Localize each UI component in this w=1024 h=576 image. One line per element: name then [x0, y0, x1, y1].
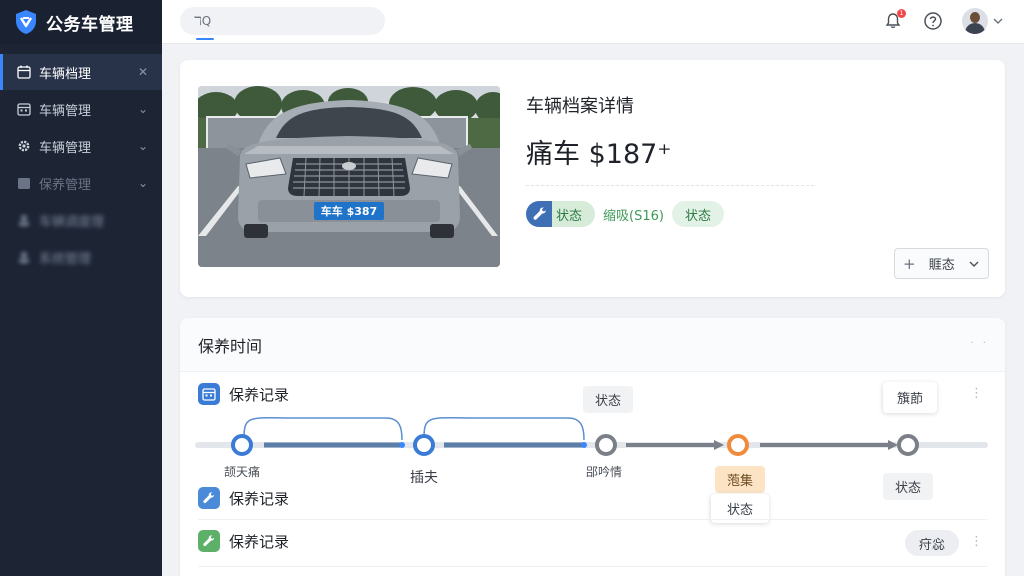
divider [198, 519, 987, 520]
timeline-node[interactable] [595, 434, 617, 456]
chevron-down-icon: ⌄ [137, 139, 148, 153]
status-select-value: 䝽态 [928, 258, 955, 273]
user-menu[interactable] [962, 8, 1004, 34]
notification-button[interactable]: 1 [882, 9, 906, 32]
record-status-pill[interactable]: 疛惢 [904, 530, 959, 556]
sidebar-item-vehicle-manage[interactable]: 车辆管理 ⌄ [0, 91, 162, 127]
divider [198, 566, 987, 567]
more-vertical-icon[interactable]: ⋮ [970, 534, 983, 549]
timeline-tooltip: 状态 [882, 473, 934, 500]
timeline-node[interactable] [231, 434, 253, 456]
wrench-icon [198, 487, 220, 509]
calendar-icon [16, 176, 31, 191]
maintenance-record-row[interactable]: 保养记录 [198, 487, 289, 509]
timeline-node-label: 颉天痛 [223, 465, 261, 479]
notification-badge: 1 [897, 9, 906, 18]
calendar-icon [16, 65, 31, 80]
chevron-down-icon [993, 18, 1003, 24]
help-button[interactable] [922, 10, 944, 32]
plus-icon: + [903, 254, 916, 273]
vehicle-detail-title: 车辆档案详情 [526, 96, 634, 117]
maintenance-timeline [195, 417, 988, 456]
status-badge-maintenance[interactable]: 状态 [526, 201, 596, 227]
chevron-down-icon: ⌄ [137, 102, 148, 116]
wrench-icon [533, 207, 546, 220]
shield-logo-icon [16, 10, 36, 34]
timeline-node-label: 郘吟情 [585, 465, 623, 479]
help-icon [924, 12, 942, 30]
chevron-down-icon [969, 261, 979, 267]
app-logo[interactable]: 公务车管理 [0, 0, 162, 44]
sidebar-nav: 车辆档理 ✕ 车辆管理 ⌄ 车辆管理 ⌄ 保养管理 ⌄ 车辆调度理 系统管理 [0, 54, 162, 275]
top-bar: ℸQ 1 [162, 0, 1024, 44]
mileage-text: 缩吸(S16) [603, 208, 664, 224]
timeline-tooltip: 状态 [582, 386, 634, 413]
status-badge-label: 状态 [556, 208, 583, 224]
gear-icon [16, 139, 31, 154]
sidebar-item-label: 车辆调度理 [39, 214, 105, 230]
search-icon: ℸQ [194, 14, 212, 28]
timeline-node[interactable] [413, 434, 435, 456]
maintenance-record-row[interactable]: 保养记录 [198, 530, 289, 552]
license-plate: 车车 $387 [321, 204, 377, 218]
user-icon [16, 250, 31, 265]
timeline-node[interactable] [727, 434, 749, 456]
sidebar-item-vehicle-manage-2[interactable]: 车辆管理 ⌄ [0, 128, 162, 164]
user-icon [16, 213, 31, 228]
sidebar-item-dispatch[interactable]: 车辆调度理 [0, 202, 162, 238]
vehicle-detail-card: 车车 $387 车辆档案详情 痛车 $187⁺ 状态 缩吸(S16) 状态 + … [180, 60, 1005, 297]
vehicle-photo: 车车 $387 [198, 86, 500, 267]
sidebar-item-label: 系统管理 [39, 251, 92, 267]
chevron-down-icon: ⌄ [137, 176, 148, 190]
wrench-icon [198, 530, 220, 552]
timeline-tooltip: 萢集 [714, 466, 766, 493]
status-select[interactable]: + 䝽态 [894, 248, 989, 279]
top-actions: 1 [882, 8, 1004, 34]
status-tags: 状态 缩吸(S16) 状态 [526, 201, 724, 227]
timeline-tooltip: 籏莭 [882, 382, 938, 413]
sidebar-item-system[interactable]: 系统管理 [0, 239, 162, 275]
sidebar-item-label: 车辆管理 [39, 140, 92, 156]
sidebar: 公务车管理 车辆档理 ✕ 车辆管理 ⌄ 车辆管理 ⌄ 保养管理 ⌄ 车辆调度理 … [0, 0, 162, 576]
timeline-node[interactable] [897, 434, 919, 456]
search-input[interactable]: ℸQ [180, 7, 385, 35]
sidebar-item-label: 车辆档理 [39, 66, 92, 82]
sidebar-item-label: 车辆管理 [39, 103, 92, 119]
sidebar-item-label: 保养管理 [39, 177, 92, 193]
avatar [962, 8, 988, 34]
close-icon[interactable]: ✕ [138, 65, 148, 79]
sidebar-item-vehicle-archive[interactable]: 车辆档理 ✕ [0, 54, 162, 90]
calendar-icon [16, 102, 31, 117]
maintenance-card: 保养时间 · · 保养记录 ⋮ 颉天痛 插夫 郘吟情 状态 籏莭 状态 萢集 状… [180, 318, 1005, 576]
status-badge[interactable]: 状态 [671, 201, 724, 227]
sidebar-item-maintenance[interactable]: 保养管理 ⌄ [0, 165, 162, 201]
record-label: 保养记录 [229, 532, 290, 551]
divider [526, 185, 814, 186]
vehicle-price: 痛车 $187⁺ [526, 139, 672, 170]
app-title: 公务车管理 [46, 14, 134, 35]
search-focus-indicator [196, 38, 214, 40]
record-label: 保养记录 [229, 489, 290, 508]
timeline-node-label: 插夫 [410, 470, 438, 486]
